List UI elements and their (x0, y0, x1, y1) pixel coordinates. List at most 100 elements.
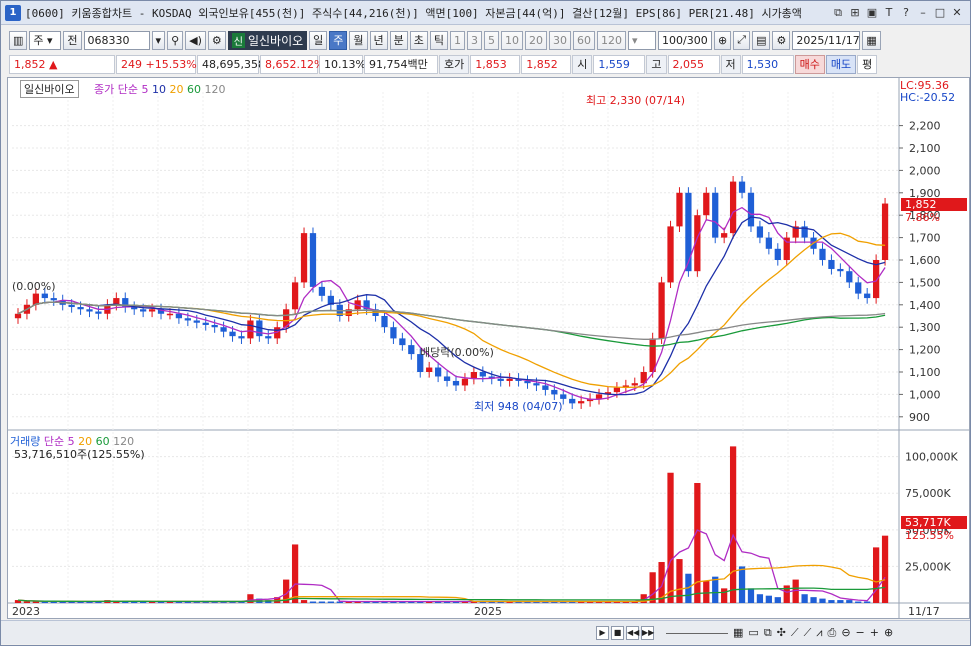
candle-body (872, 260, 880, 299)
tools-icon[interactable]: ⊕ (714, 30, 732, 50)
current-price: 1,852 ▲ (9, 54, 115, 74)
zoom-out-icon[interactable]: ⊖ (841, 626, 850, 640)
lock-icon[interactable]: ▣ (865, 6, 879, 20)
candle-body (560, 394, 567, 399)
mountain-icon[interactable]: ⩘ (816, 626, 822, 640)
minus-icon[interactable]: − (856, 626, 865, 640)
count-input[interactable]: 100/300 (658, 30, 713, 50)
buy-button[interactable]: 매수 (794, 54, 825, 74)
price-axis-label: 1,400 (909, 299, 941, 312)
overlay-icon[interactable]: ⤢ (733, 30, 751, 50)
gear-small-icon[interactable]: ⚙ (207, 30, 226, 50)
price-change: 249 +15.53% (116, 54, 197, 74)
period-week[interactable]: 주 (329, 30, 348, 50)
candle-body (703, 192, 710, 216)
current-price-tag-text: 1,852 (905, 198, 937, 211)
candle-body (140, 309, 147, 312)
candle-body (756, 226, 764, 238)
search-icon[interactable]: ⚲ (167, 30, 184, 50)
calendar-icon[interactable]: ▦ (862, 30, 881, 50)
settings-icon[interactable]: ⚙ (772, 30, 791, 50)
volume-bar (828, 600, 835, 603)
stop-icon[interactable]: ■ (611, 625, 624, 640)
interval-60[interactable]: 60 (573, 30, 596, 50)
period-month[interactable]: 월 (349, 30, 368, 50)
high-label: 고 (646, 54, 667, 74)
candle-body (50, 298, 57, 301)
interval-input[interactable]: ▾ (628, 30, 657, 50)
candle-body (542, 385, 549, 390)
date-input[interactable]: 2025/11/17 (792, 30, 861, 50)
volume-bar (712, 576, 719, 603)
plus-icon[interactable]: + (870, 626, 879, 640)
period-tick[interactable]: 틱 (429, 30, 449, 50)
volume-bar (864, 601, 871, 603)
link-icon[interactable]: ⧉ (831, 6, 845, 20)
candle-body (318, 286, 326, 296)
layout-icon[interactable]: ▥ (9, 30, 28, 50)
chart-canvas: 2,2002,1002,0001,9001,8001,7001,6001,500… (8, 78, 969, 618)
candle-body (569, 398, 576, 404)
grid-icon[interactable]: ▦ (733, 626, 743, 640)
chart-panel[interactable]: 2,200 2,100 2,000 1,900 1,800 1,700 1,600 1,500… (7, 77, 970, 619)
period-year[interactable]: 년 (369, 30, 388, 50)
interval-10[interactable]: 10 (501, 30, 524, 50)
rewind-icon[interactable]: ◀◀ (626, 625, 639, 640)
interval-1[interactable]: 1 (450, 30, 466, 50)
candle-body (774, 248, 781, 260)
candle-body (86, 309, 93, 312)
period-second[interactable]: 초 (409, 30, 428, 50)
crosshair-icon[interactable]: ✣ (777, 626, 786, 640)
speaker-icon[interactable]: ◀) (185, 30, 206, 50)
zoom-slider[interactable] (666, 626, 728, 634)
price-bar: 1,852 ▲ 249 +15.53% 48,695,358 8,652.12%… (1, 53, 970, 75)
candle-body (426, 367, 433, 372)
interval-3[interactable]: 3 (467, 30, 483, 50)
print-icon[interactable]: ⎙ (828, 626, 837, 640)
interval-5[interactable]: 5 (484, 30, 500, 50)
rect-icon[interactable]: ▭ (748, 626, 758, 640)
save-icon[interactable]: ▤ (752, 30, 771, 50)
stock-name: 일신바이오 (247, 33, 304, 48)
interval-30[interactable]: 30 (549, 30, 572, 50)
font-icon[interactable]: T (882, 6, 896, 20)
copy-icon[interactable]: ⧉ (764, 626, 772, 640)
title-bar: 1 [0600] 키움종합차트 - KOSDAQ 외국인보유[455(천)] 주… (1, 1, 970, 25)
volume-bar (309, 601, 317, 603)
forward-icon[interactable]: ▶▶ (641, 625, 654, 640)
trend-icon[interactable]: ⟋ (804, 626, 812, 640)
sell-button[interactable]: 매도 (825, 54, 857, 74)
price-axis-label: 2,000 (909, 164, 941, 177)
interval-120[interactable]: 120 (597, 30, 627, 50)
candle-body (452, 380, 460, 386)
left-annotation: (0.00%) (12, 280, 56, 293)
maximize-icon[interactable]: □ (933, 6, 947, 20)
period-day[interactable]: 일 (309, 30, 328, 50)
candle-body (41, 293, 48, 299)
candle-body (551, 389, 558, 395)
volume-ma20-line (17, 564, 886, 603)
stock-code-input[interactable]: 068330 (83, 30, 150, 50)
candle-body (667, 226, 674, 283)
scroll-right-icon[interactable]: ▶ (596, 625, 609, 640)
zoom-in-icon[interactable]: ⊕ (884, 626, 893, 640)
minimize-icon[interactable]: – (916, 6, 930, 20)
interval-20[interactable]: 20 (525, 30, 548, 50)
price-axis-label: 1,000 (909, 388, 941, 401)
eval-button[interactable]: 평 (857, 54, 878, 74)
stock-legend[interactable]: 일신바이오 (20, 80, 79, 98)
line-icon[interactable]: ⟋ (791, 626, 799, 640)
low-label: 저 (720, 54, 741, 74)
chart-type-select[interactable]: 주 ▾ (29, 30, 62, 50)
period-minute[interactable]: 분 (389, 30, 408, 50)
low-annotation: 최저 948 (04/07) (474, 400, 563, 413)
market-select[interactable]: 전 (63, 30, 82, 50)
code-dropdown-icon[interactable]: ▾ (151, 30, 166, 50)
candle-body (676, 192, 683, 227)
ma20-line (17, 232, 886, 388)
help-icon[interactable]: ? (899, 6, 913, 20)
pin-icon[interactable]: ⊞ (848, 6, 862, 20)
close-icon[interactable]: ✕ (950, 6, 964, 20)
volume-bar (729, 446, 737, 603)
volume-bar (327, 601, 334, 603)
